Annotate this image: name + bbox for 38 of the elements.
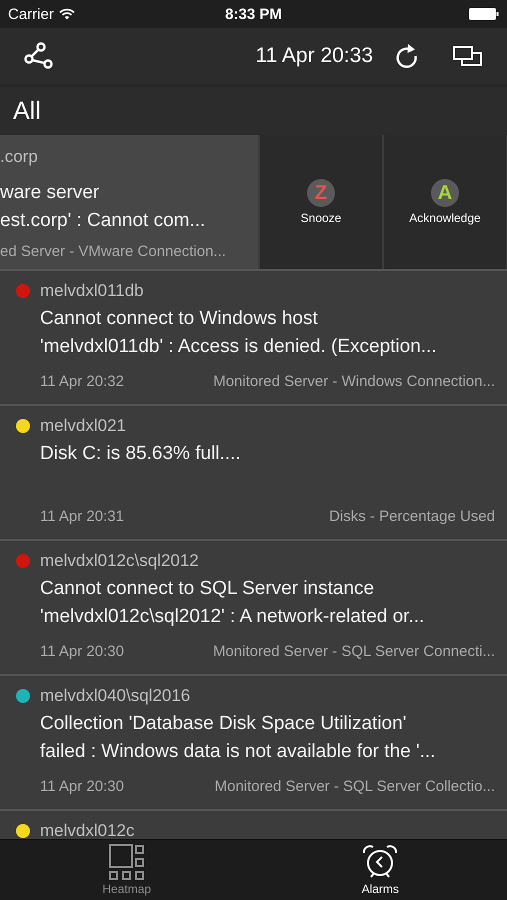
- refresh-icon[interactable]: [395, 42, 419, 70]
- battery-icon: [468, 8, 499, 20]
- alarm-time: 11 Apr 20:32: [40, 373, 124, 390]
- badge-letter: A: [438, 183, 452, 203]
- host-name: melvdxl012c: [40, 821, 134, 839]
- swipe-action-button[interactable]: Z Snooze: [258, 135, 382, 269]
- host-name: melvdxl011db: [40, 281, 144, 301]
- alarm-category: Monitored Server - SQL Server Collectio...: [214, 778, 495, 795]
- alarm-clock-icon: [361, 844, 400, 880]
- alarm-message: Collection 'Database Disk Space Utilization' failed : Windows data is not available for the '...: [39, 712, 436, 764]
- swipe-action-button[interactable]: A Acknowledge: [382, 135, 506, 269]
- badge-letter: Z: [314, 183, 328, 203]
- alarm-message: Cannot connect to Windows host 'melvdxl011db' : Access is denied. (Exception...: [39, 307, 438, 359]
- alarm-time: 11 Apr 20:30: [40, 778, 124, 795]
- alarm-category: Monitored Server - Windows Connection...: [213, 373, 495, 390]
- windows-icon[interactable]: [453, 45, 483, 67]
- wifi-icon: [58, 8, 75, 20]
- alarm-category: Disks - Percentage Used: [329, 508, 495, 525]
- section-title: All: [13, 96, 41, 126]
- alarm-message: ware server est.corp' : Cannot com...: [0, 181, 206, 233]
- alarm-category: ed Server - VMware Connection...: [0, 243, 227, 260]
- carrier-name: Carrier: [8, 6, 54, 22]
- host-name: melvdxl012c\sql2012: [40, 551, 199, 571]
- alarm-row[interactable]: .corp ware server est.corp' : Cannot com... ed Server - VMware Connection...: [0, 135, 258, 269]
- tab-button[interactable]: Alarms: [254, 840, 507, 900]
- host-name: .corp: [0, 147, 39, 167]
- alarm-message: Disk C: is 85.63% full....: [39, 442, 242, 466]
- host-name: melvdxl021: [40, 416, 126, 436]
- grid-icon: [108, 844, 145, 880]
- clock-time: 8:33 PM: [225, 6, 282, 22]
- alarm-message: Cannot connect to SQL Server instance 'melvdxl012c\sql2012' : A network-related or...: [39, 577, 426, 629]
- alarm-category: Monitored Server - SQL Server Connecti...: [212, 643, 495, 660]
- alarm-time: 11 Apr 20:30: [40, 643, 124, 660]
- share-icon[interactable]: [24, 42, 54, 70]
- alarm-time: 11 Apr 20:31: [40, 508, 124, 525]
- last-updated-time: 11 Apr 20:33: [255, 44, 373, 68]
- host-name: melvdxl040\sql2016: [40, 686, 190, 706]
- tab-button[interactable]: Heatmap: [0, 840, 254, 900]
